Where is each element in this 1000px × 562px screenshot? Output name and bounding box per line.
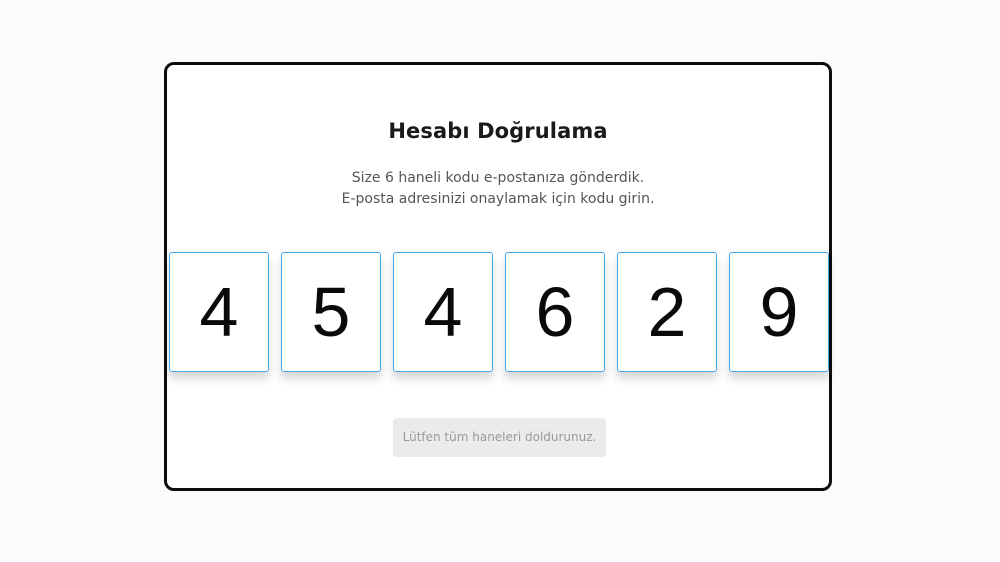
code-digit-6-input[interactable] xyxy=(729,252,829,372)
instructions-line-1: Size 6 haneli kodu e-postanıza gönderdik… xyxy=(351,170,645,186)
code-digit-1-input[interactable] xyxy=(169,252,269,372)
verify-submit-button[interactable]: Lütfen tüm haneleri doldurunuz. xyxy=(393,418,606,457)
code-digit-2-input[interactable] xyxy=(281,252,381,372)
code-digit-4-input[interactable] xyxy=(505,252,605,372)
code-digit-5-input[interactable] xyxy=(617,252,717,372)
code-input-group xyxy=(167,252,829,372)
instructions-line-2: E-posta adresinizi onaylamak için kodu g… xyxy=(341,191,655,207)
instructions-text: Size 6 haneli kodu e-postanıza gönderdik… xyxy=(167,168,829,210)
code-digit-3-input[interactable] xyxy=(393,252,493,372)
page-title: Hesabı Doğrulama xyxy=(388,119,608,143)
verification-card: Hesabı Doğrulama Size 6 haneli kodu e-po… xyxy=(164,62,832,491)
